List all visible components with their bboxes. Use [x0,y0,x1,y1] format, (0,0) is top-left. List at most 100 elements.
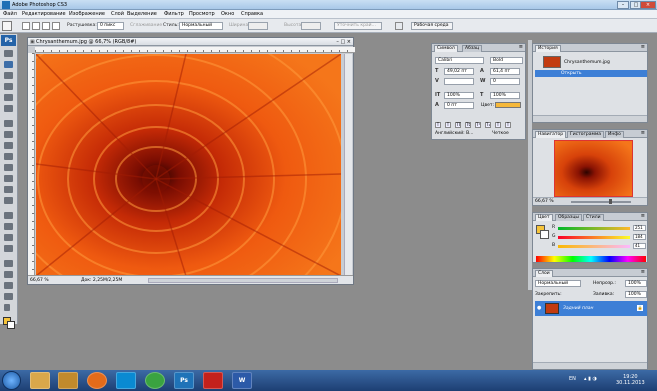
tab-character[interactable]: Символ [434,45,458,52]
eye-icon[interactable]: ● [537,305,543,311]
menu-file[interactable]: Файл [3,11,17,17]
tab-history[interactable]: История [535,45,561,52]
width-input[interactable] [248,22,268,30]
font-size-input[interactable]: 49,02 пт [444,68,474,75]
font-family-select[interactable]: Calibri [435,57,484,64]
swap-colors-icon[interactable] [4,304,10,311]
new-selection-icon[interactable] [22,22,30,30]
antialias-checkbox-label[interactable]: Сглаживание [130,23,162,28]
clone-stamp-tool-icon[interactable] [4,142,13,149]
tab-styles[interactable]: Стили [583,214,604,221]
magic-wand-tool-icon[interactable] [4,83,13,90]
language-indicator[interactable]: EN [569,376,576,382]
slice-tool-icon[interactable] [4,105,13,112]
horizontal-scale-input[interactable]: 100% [490,92,520,99]
tray-icons[interactable]: ▴ ▮ ◑ [584,376,597,382]
channel-g-value[interactable]: 184 [633,234,646,240]
brush-tool-icon[interactable] [4,131,13,138]
vertical-scale-input[interactable]: 100% [444,92,474,99]
antialias-select[interactable]: Четкое [492,131,509,136]
faux-italic-button[interactable]: T [445,122,451,128]
leading-input[interactable]: 61,4 пт [490,68,520,75]
history-menu-icon[interactable]: ≡ [641,44,645,50]
taskbar-photoshop[interactable]: Ps [174,372,194,389]
taskbar-acrobat[interactable] [203,372,223,389]
color-spectrum-bar[interactable] [536,256,646,262]
image-canvas[interactable] [36,54,341,276]
taskbar-chrome[interactable] [145,372,165,389]
strikethrough-button[interactable]: T [505,122,511,128]
workspace-button[interactable]: Рабочая среда [411,22,453,30]
taskbar-word[interactable]: W [232,372,252,389]
taskbar-explorer[interactable] [30,372,50,389]
menu-edit[interactable]: Редактирование [22,11,66,17]
horizontal-scrollbar[interactable] [148,278,338,283]
pen-tool-icon[interactable] [4,212,13,219]
kerning-input[interactable] [444,78,474,85]
blend-mode-select[interactable]: Нормальный [535,280,581,287]
history-state-item[interactable]: Открыть [535,70,647,77]
tab-histogram[interactable]: Гистограмма [567,131,605,138]
tab-paragraph[interactable]: Абзац [462,45,483,52]
taskbar-firefox[interactable] [87,372,107,389]
tracking-input[interactable]: 0 [490,78,520,85]
hand-tool-icon[interactable] [4,282,13,289]
type-tool-icon[interactable] [4,223,13,230]
navigator-menu-icon[interactable]: ≡ [641,130,645,136]
superscript-button[interactable]: T¹ [475,122,481,128]
blur-tool-icon[interactable] [4,186,13,193]
taskbar-skype[interactable] [116,372,136,389]
vertical-scrollbar[interactable] [344,54,352,276]
navigator-thumbnail[interactable] [554,140,633,197]
fill-input[interactable]: 100% [625,291,647,298]
navigator-zoom-slider[interactable] [571,201,631,203]
opacity-input[interactable]: 100% [625,280,647,287]
move-tool-icon[interactable] [4,50,13,57]
layer-row[interactable]: ● Задний план 🔒 [535,301,647,316]
path-selection-tool-icon[interactable] [4,234,13,241]
tab-navigator[interactable]: Навигатор [535,131,567,138]
menu-image[interactable]: Изображение [69,11,105,17]
snapshot-thumbnail[interactable] [543,56,561,68]
menu-help[interactable]: Справка [241,11,263,17]
menu-filter[interactable]: Фильтр [164,11,184,17]
menu-select[interactable]: Выделение [127,11,157,17]
shape-tool-icon[interactable] [4,245,13,252]
dodge-tool-icon[interactable] [4,197,13,204]
zoom-level[interactable]: 66,67 % [30,278,49,283]
taskbar-media-player[interactable] [58,372,78,389]
tab-swatches[interactable]: Образцы [555,214,582,221]
navigator-zoom-value[interactable]: 66,67 % [535,199,554,204]
navigator-zoom-knob[interactable] [609,199,612,204]
language-select[interactable]: Английский: В... [435,131,473,136]
channel-g-slider[interactable] [558,236,630,239]
text-color-swatch[interactable] [495,102,521,108]
subtract-selection-icon[interactable] [42,22,50,30]
minimize-button[interactable]: – [617,1,629,9]
panel-menu-icon[interactable]: ≡ [519,44,523,50]
underline-button[interactable]: T [495,122,501,128]
eraser-tool-icon[interactable] [4,164,13,171]
notes-tool-icon[interactable] [4,260,13,267]
small-caps-button[interactable]: Tt [465,122,471,128]
background-color-swatch[interactable] [7,321,15,329]
tab-color[interactable]: Цвет [535,214,553,221]
height-input[interactable] [301,22,321,30]
refine-edge-button[interactable]: Уточнить край... [334,22,382,30]
subscript-button[interactable]: T₁ [485,122,491,128]
channel-r-value[interactable]: 251 [633,225,646,231]
clock[interactable]: 19:20 30.11.2013 [616,374,645,386]
faux-bold-button[interactable]: T [435,122,441,128]
add-selection-icon[interactable] [32,22,40,30]
crop-tool-icon[interactable] [4,94,13,101]
history-brush-tool-icon[interactable] [4,153,13,160]
menu-view[interactable]: Просмотр [189,11,215,17]
all-caps-button[interactable]: TT [455,122,461,128]
close-button[interactable]: × [640,1,656,9]
channel-b-value[interactable]: 41 [633,243,646,249]
zoom-tool-icon[interactable] [4,293,13,300]
start-button[interactable] [2,371,21,390]
menu-layer[interactable]: Слой [111,11,124,17]
baseline-shift-input[interactable]: 0 пт [444,102,474,109]
marquee-tool-icon[interactable] [4,61,13,68]
